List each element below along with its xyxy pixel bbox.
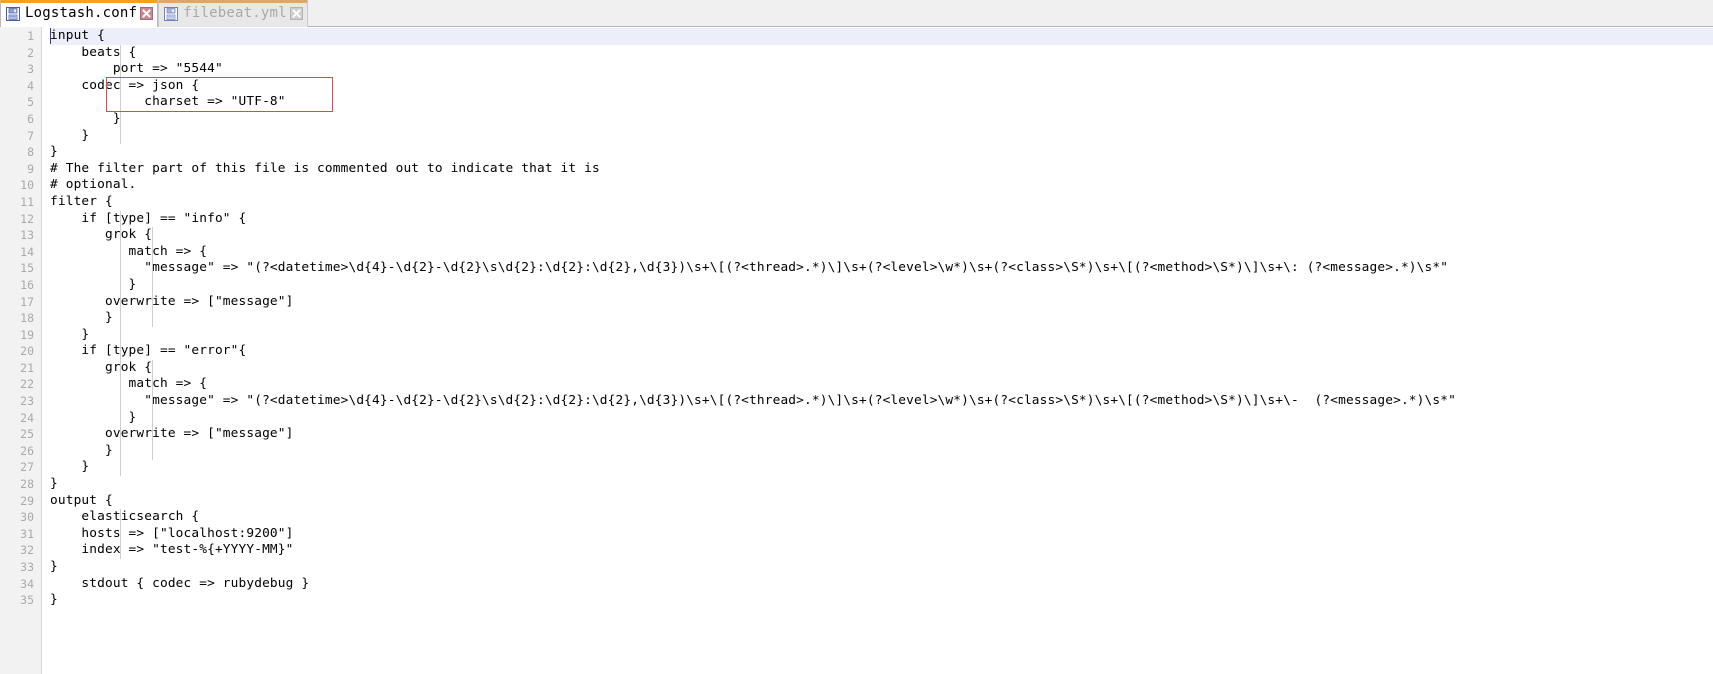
line-number: 29 — [20, 493, 34, 508]
line-number: 4 — [27, 78, 34, 93]
code-line[interactable]: grok { — [50, 360, 1713, 377]
indent-guide — [152, 360, 153, 460]
line-number: 33 — [20, 560, 34, 574]
code-line[interactable]: } — [50, 476, 1713, 493]
save-disk-icon — [6, 6, 20, 21]
code-line[interactable]: } — [50, 410, 1713, 427]
line-number: 3 — [27, 62, 34, 77]
line-number: 2 — [27, 45, 34, 60]
code-line[interactable]: filter { — [50, 194, 1713, 211]
code-line[interactable]: match => { — [50, 376, 1713, 393]
code-line[interactable]: overwrite => ["message"] — [50, 426, 1713, 443]
tab-label: Logstash.conf — [25, 5, 138, 21]
line-number: 22 — [20, 377, 34, 392]
indent-guide — [152, 227, 153, 327]
code-line[interactable]: grok { — [50, 227, 1713, 244]
line-number: 13 — [20, 228, 34, 243]
line-number: 35 — [20, 593, 34, 608]
code-editor[interactable]: 1 2 3 4 5 6 7 8 9 10 11 12 13 14 15 16 17 18 19 20 21 22 23 24 2… — [0, 27, 1713, 674]
close-icon[interactable] — [289, 7, 303, 20]
code-line[interactable]: if [type] == "error"{ — [50, 343, 1713, 360]
close-icon[interactable] — [140, 7, 154, 20]
line-number: 6 — [27, 111, 34, 126]
code-line[interactable]: } — [50, 111, 1713, 128]
code-line[interactable]: } — [50, 559, 1713, 576]
code-line[interactable]: } — [50, 459, 1713, 476]
code-line[interactable]: charset => "UTF-8" — [50, 94, 1713, 111]
code-line[interactable]: match => { — [50, 244, 1713, 261]
code-line[interactable]: port => "5544" — [50, 61, 1713, 78]
line-number-gutter: 1 2 3 4 5 6 7 8 9 10 11 12 13 14 15 16 17 18 19 20 21 22 23 24 2… — [0, 27, 42, 674]
tab-inactive-indicator — [159, 0, 307, 3]
code-line[interactable]: } — [50, 277, 1713, 294]
code-content[interactable]: input { beats { port => "5544" codec => … — [42, 27, 1713, 674]
code-line[interactable]: # The filter part of this file is commen… — [50, 161, 1713, 178]
tab-label: filebeat.yml — [183, 5, 287, 21]
code-line[interactable]: index => "test-%{+YYYY-MM}" — [50, 542, 1713, 559]
line-number: 12 — [20, 211, 34, 226]
code-line[interactable]: } — [50, 310, 1713, 327]
line-number: 21 — [20, 360, 34, 375]
code-line[interactable]: output { — [50, 493, 1713, 510]
line-number: 27 — [20, 460, 34, 475]
code-line[interactable]: beats { — [50, 45, 1713, 62]
code-line[interactable]: "message" => "(?<datetime>\d{4}-\d{2}-\d… — [50, 260, 1713, 277]
code-line[interactable]: hosts => ["localhost:9200"] — [50, 526, 1713, 543]
code-line[interactable]: } — [50, 592, 1713, 609]
line-number: 11 — [20, 194, 34, 209]
line-number: 23 — [20, 394, 34, 409]
line-number: 15 — [20, 261, 34, 276]
text-caret — [50, 28, 51, 44]
code-line[interactable]: codec => json { — [50, 78, 1713, 95]
code-line[interactable]: elasticsearch { — [50, 509, 1713, 526]
line-number: 34 — [20, 576, 34, 591]
line-number: 30 — [20, 510, 34, 525]
tab-logstash-conf[interactable]: Logstash.conf — [0, 0, 159, 27]
code-line[interactable]: stdout { codec => rubydebug } — [50, 576, 1713, 593]
code-line[interactable]: } — [50, 144, 1713, 161]
line-number: 31 — [20, 526, 34, 541]
code-line[interactable]: overwrite => ["message"] — [50, 294, 1713, 311]
code-line[interactable]: } — [50, 327, 1713, 344]
code-line[interactable]: # optional. — [50, 177, 1713, 194]
line-number: 26 — [20, 443, 34, 458]
line-number: 24 — [20, 410, 34, 425]
tab-bar: Logstash.conf filebeat.yml — [0, 0, 1713, 27]
line-number: 28 — [20, 477, 34, 492]
line-number: 14 — [20, 244, 34, 259]
indent-guide — [120, 509, 121, 560]
code-line[interactable]: "message" => "(?<datetime>\d{4}-\d{2}-\d… — [50, 393, 1713, 410]
line-number: 5 — [27, 95, 34, 110]
indent-guide — [120, 44, 121, 145]
line-number: 17 — [20, 294, 34, 309]
code-line[interactable]: } — [50, 443, 1713, 460]
code-line[interactable]: } — [50, 128, 1713, 145]
line-number: 16 — [20, 277, 34, 292]
tab-active-indicator — [1, 0, 158, 3]
line-number: 18 — [20, 311, 34, 326]
indent-guide — [120, 210, 121, 477]
line-number: 19 — [20, 327, 34, 342]
code-line[interactable]: input { — [50, 28, 1713, 45]
line-number: 7 — [27, 128, 34, 143]
code-line[interactable]: if [type] == "info" { — [50, 211, 1713, 228]
line-number: 25 — [20, 427, 34, 442]
line-number: 32 — [20, 543, 34, 558]
save-disk-icon — [164, 6, 179, 21]
line-number: 20 — [20, 344, 34, 359]
line-number: 9 — [27, 161, 34, 176]
tab-filebeat-yml[interactable]: filebeat.yml — [158, 0, 308, 27]
line-number: 1 — [27, 29, 34, 43]
line-number: 10 — [20, 178, 34, 193]
line-number: 8 — [27, 145, 34, 160]
